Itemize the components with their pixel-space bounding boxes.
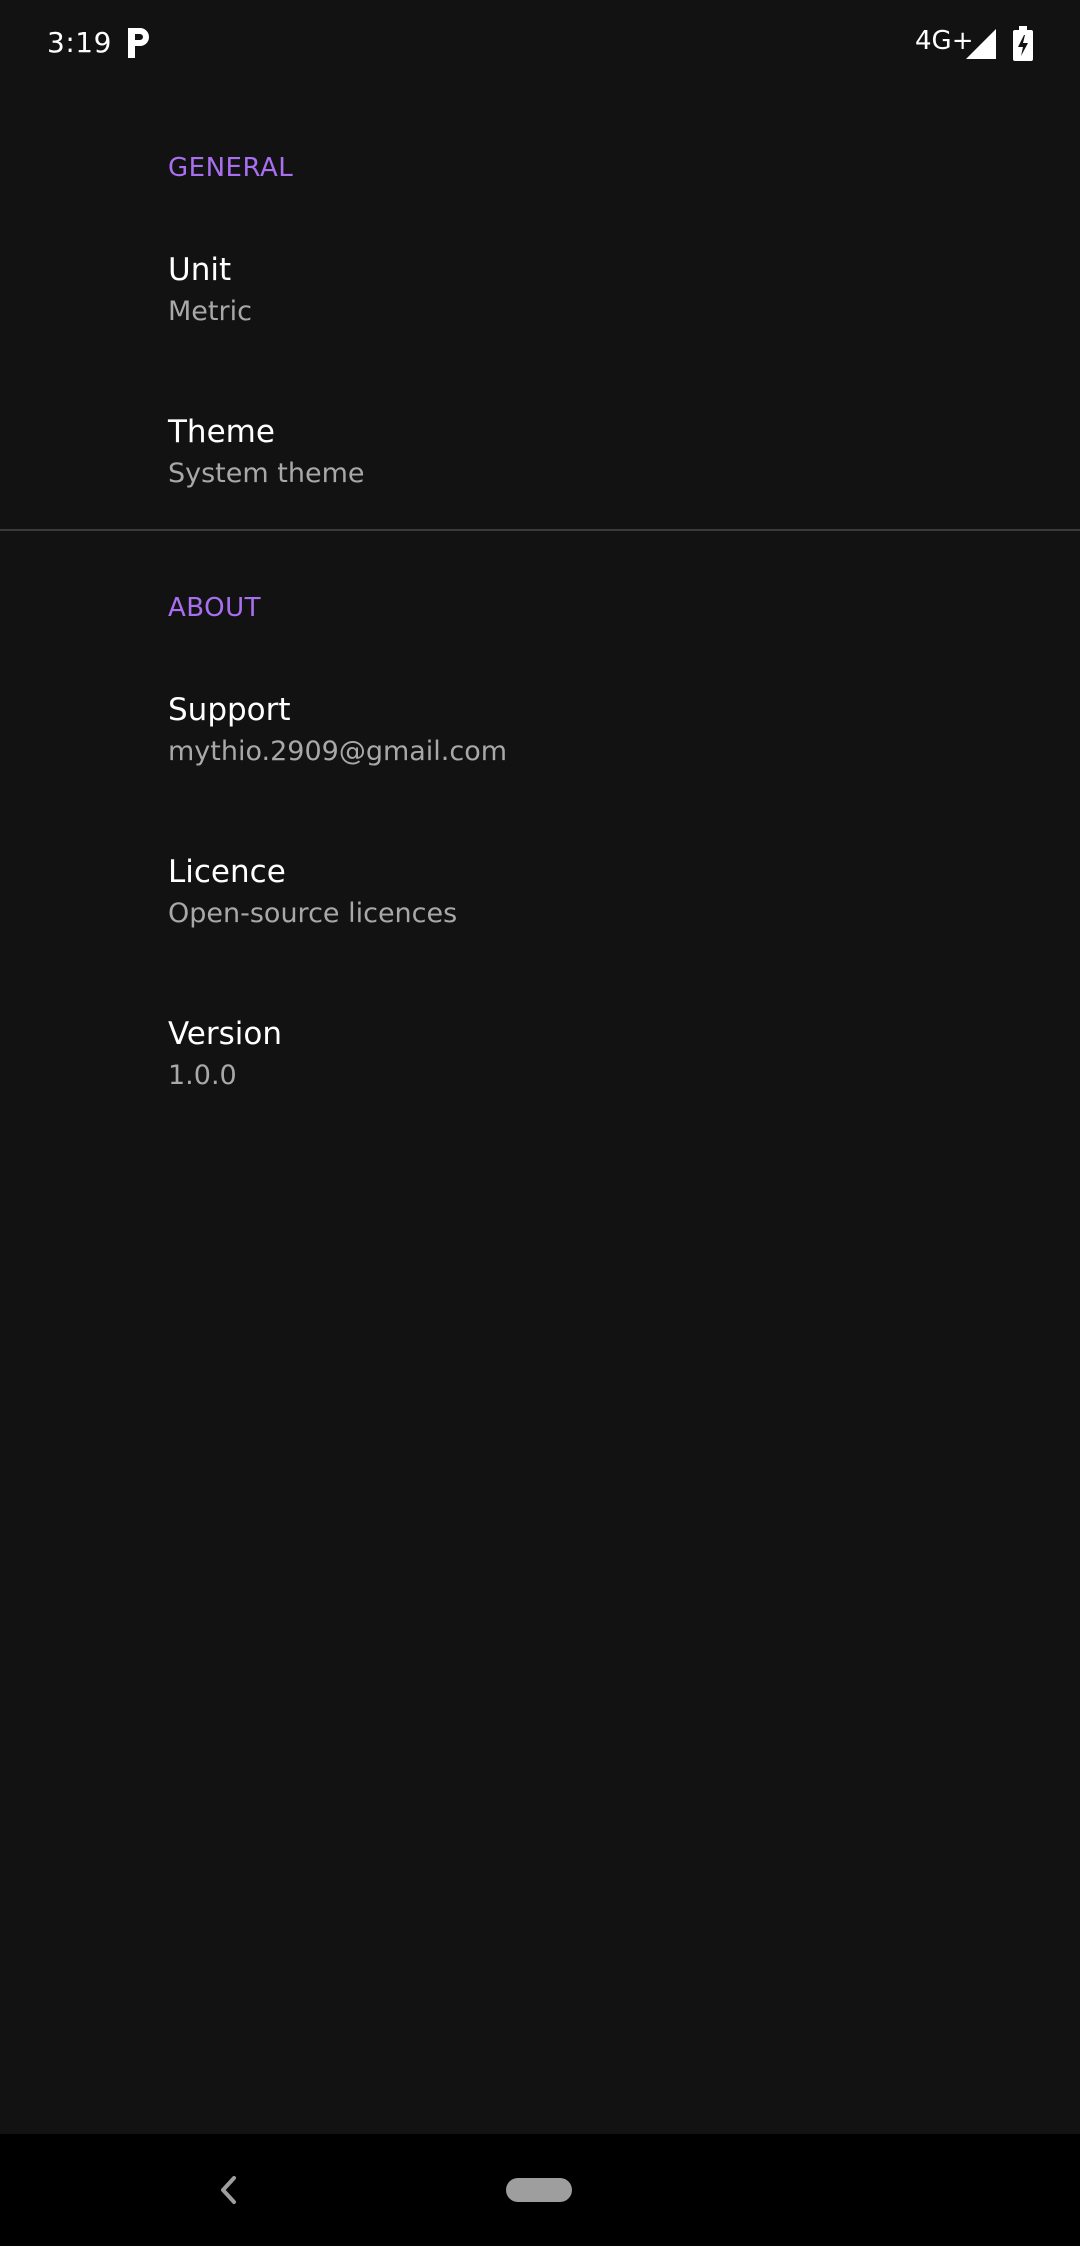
status-time: 3:19 — [47, 26, 112, 59]
pref-theme-summary: System theme — [168, 458, 365, 489]
pref-version-title: Version — [168, 1016, 282, 1052]
settings-screen: 3:19 4G+ GENERAL Unit Metric Theme Syste… — [0, 0, 1080, 2246]
network-type: 4G+ — [915, 26, 974, 56]
pref-licence-title: Licence — [168, 854, 286, 890]
pref-version-summary: 1.0.0 — [168, 1060, 237, 1091]
pref-unit-summary: Metric — [168, 296, 252, 327]
pref-support[interactable]: Support mythio.2909@gmail.com — [0, 692, 1080, 854]
pref-unit-title: Unit — [168, 252, 232, 288]
home-pill-icon[interactable] — [506, 2178, 572, 2202]
pref-unit[interactable]: Unit Metric — [0, 252, 1080, 414]
signal-icon — [966, 29, 996, 59]
pref-support-summary: mythio.2909@gmail.com — [168, 736, 508, 767]
pref-support-title: Support — [168, 692, 291, 728]
back-chevron-icon[interactable] — [214, 2170, 244, 2210]
pref-theme-title: Theme — [168, 414, 275, 450]
pref-theme[interactable]: Theme System theme — [0, 414, 1080, 576]
status-bar: 3:19 4G+ — [0, 0, 1080, 90]
navigation-bar — [0, 2134, 1080, 2246]
section-header-about: ABOUT — [168, 593, 262, 623]
pref-version[interactable]: Version 1.0.0 — [0, 1016, 1080, 1178]
section-divider — [0, 529, 1080, 531]
battery-charging-icon — [1013, 26, 1033, 61]
pref-licence[interactable]: Licence Open-source licences — [0, 854, 1080, 1016]
section-header-general: GENERAL — [168, 153, 294, 183]
pref-licence-summary: Open-source licences — [168, 898, 458, 929]
p-app-icon — [128, 28, 149, 58]
